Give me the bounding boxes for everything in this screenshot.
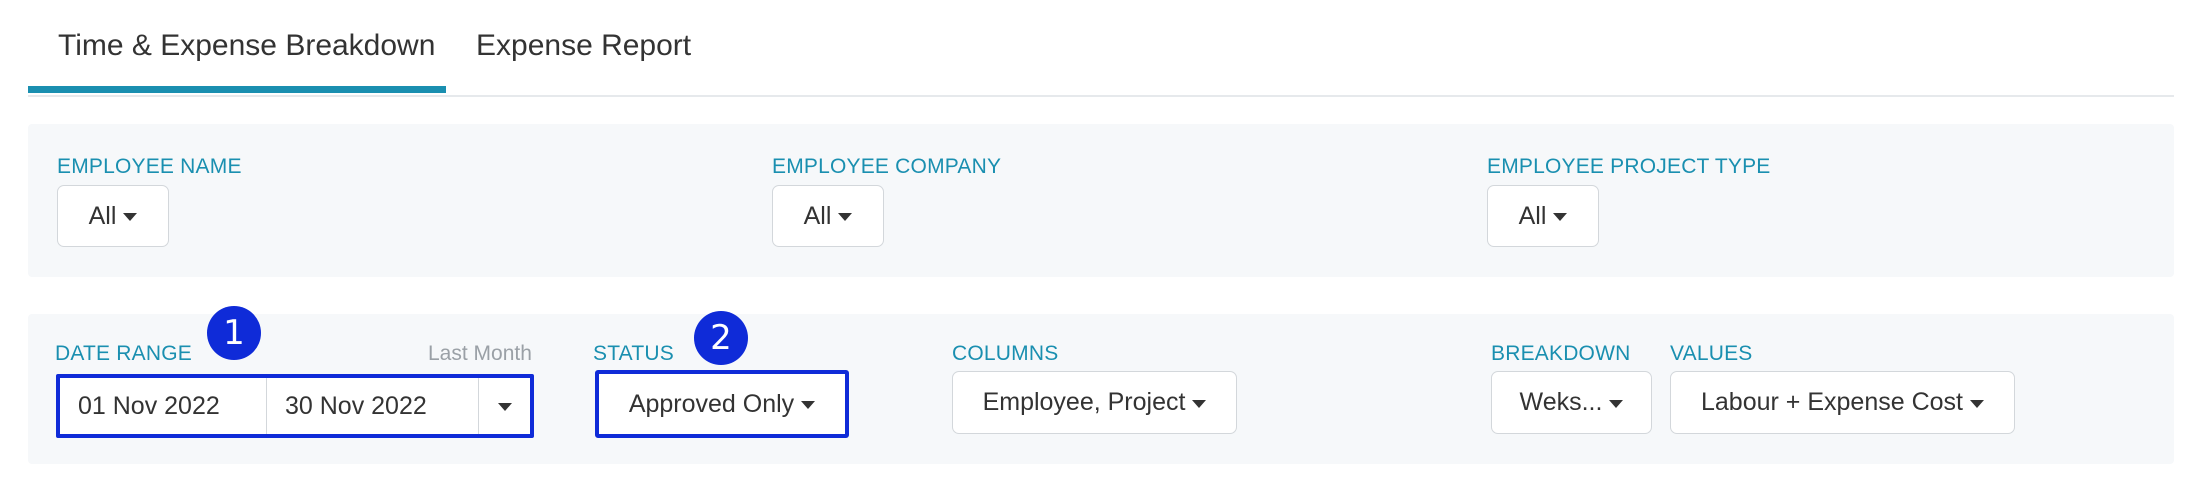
employee-project-type-value: All <box>1518 201 1547 230</box>
tab-expense-report[interactable]: Expense Report <box>476 24 691 94</box>
status-label: STATUS <box>593 342 674 365</box>
employee-name-value: All <box>88 201 117 230</box>
employee-company-dropdown[interactable]: All <box>772 185 884 247</box>
date-range-picker: 01 Nov 2022 30 Nov 2022 <box>56 374 534 438</box>
date-range-end[interactable]: 30 Nov 2022 <box>267 378 479 434</box>
employee-project-type-dropdown[interactable]: All <box>1487 185 1599 247</box>
columns-label: COLUMNS <box>952 342 1059 365</box>
caret-down-icon <box>838 213 853 221</box>
date-range-start[interactable]: 01 Nov 2022 <box>60 378 267 434</box>
employee-project-type-label: EMPLOYEE PROJECT TYPE <box>1487 155 1771 178</box>
values-dropdown[interactable]: Labour + Expense Cost <box>1670 371 2015 434</box>
breakdown-label: BREAKDOWN <box>1491 342 1631 365</box>
breakdown-value: Weks... <box>1519 388 1603 416</box>
employee-name-label: EMPLOYEE NAME <box>57 155 242 178</box>
annotation-badge-1: 1 <box>207 306 261 360</box>
employee-filters-panel <box>28 124 2174 277</box>
date-range-toggle-button[interactable] <box>479 378 530 434</box>
columns-value: Employee, Project <box>982 388 1186 416</box>
report-tabs: Time & Expense Breakdown Expense Report <box>28 0 2174 97</box>
breakdown-dropdown[interactable]: Weks... <box>1491 371 1652 434</box>
caret-down-icon <box>1609 399 1624 408</box>
active-tab-indicator <box>28 86 446 93</box>
values-label: VALUES <box>1670 342 1753 365</box>
caret-down-icon <box>801 401 816 409</box>
tab-time-expense-breakdown[interactable]: Time & Expense Breakdown <box>58 24 435 94</box>
caret-down-icon <box>1969 399 1984 408</box>
date-range-hint: Last Month <box>428 342 532 365</box>
caret-down-icon <box>1553 213 1568 221</box>
employee-company-label: EMPLOYEE COMPANY <box>772 155 1002 178</box>
caret-down-icon <box>497 403 512 411</box>
caret-down-icon <box>1192 399 1207 408</box>
annotation-badge-2: 2 <box>694 311 748 365</box>
status-value: Approved Only <box>628 389 795 418</box>
status-dropdown[interactable]: Approved Only <box>595 370 849 438</box>
employee-company-value: All <box>803 201 832 230</box>
employee-name-dropdown[interactable]: All <box>57 185 169 247</box>
columns-dropdown[interactable]: Employee, Project <box>952 371 1237 434</box>
date-range-label: DATE RANGE <box>55 342 192 365</box>
caret-down-icon <box>123 213 138 221</box>
values-value: Labour + Expense Cost <box>1701 388 1963 416</box>
